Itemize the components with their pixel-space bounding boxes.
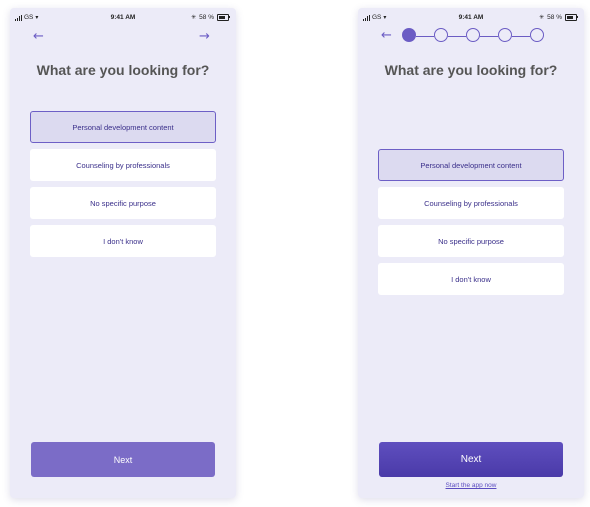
status-bar: GS ▾ 9:41 AM ✳ 58 % — [10, 14, 236, 24]
next-button[interactable]: Next — [31, 442, 215, 477]
phone-screen-left: GS ▾ 9:41 AM ✳ 58 % ← → What are you loo… — [10, 8, 236, 498]
battery-icon — [565, 14, 578, 21]
option-counseling[interactable]: Counseling by professionals — [30, 149, 216, 181]
page-title: What are you looking for? — [384, 62, 558, 78]
progress-connector — [512, 35, 530, 37]
option-dont-know[interactable]: I don't know — [378, 263, 564, 295]
progress-connector — [448, 35, 466, 37]
progress-connector — [416, 35, 434, 37]
progress-connector — [480, 35, 498, 37]
option-no-specific-purpose[interactable]: No specific purpose — [30, 187, 216, 219]
option-dont-know[interactable]: I don't know — [30, 225, 216, 257]
progress-step-2 — [434, 28, 448, 42]
status-bar: GS ▾ 9:41 AM ✳ 58 % — [358, 14, 584, 24]
back-arrow-icon[interactable]: ← — [381, 29, 392, 43]
forward-arrow-icon[interactable]: → — [199, 30, 210, 44]
battery-icon — [217, 14, 230, 21]
phone-screen-right: GS ▾ 9:41 AM ✳ 58 % ← What are you looki… — [358, 8, 584, 498]
progress-step-3 — [466, 28, 480, 42]
battery-label: 58 % — [547, 14, 562, 21]
bluetooth-icon: ✳ — [539, 15, 545, 21]
progress-step-4 — [498, 28, 512, 42]
bluetooth-icon: ✳ — [191, 15, 197, 21]
back-arrow-icon[interactable]: ← — [33, 30, 44, 44]
option-counseling[interactable]: Counseling by professionals — [378, 187, 564, 219]
battery-label: 58 % — [199, 14, 214, 21]
page-title: What are you looking for? — [36, 62, 210, 78]
next-button[interactable]: Next — [379, 442, 563, 477]
start-app-link[interactable]: Start the app now — [358, 482, 584, 489]
progress-step-5 — [530, 28, 544, 42]
progress-stepper — [402, 28, 546, 44]
option-personal-development[interactable]: Personal development content — [378, 149, 564, 181]
option-personal-development[interactable]: Personal development content — [30, 111, 216, 143]
progress-step-1 — [402, 28, 416, 42]
option-no-specific-purpose[interactable]: No specific purpose — [378, 225, 564, 257]
